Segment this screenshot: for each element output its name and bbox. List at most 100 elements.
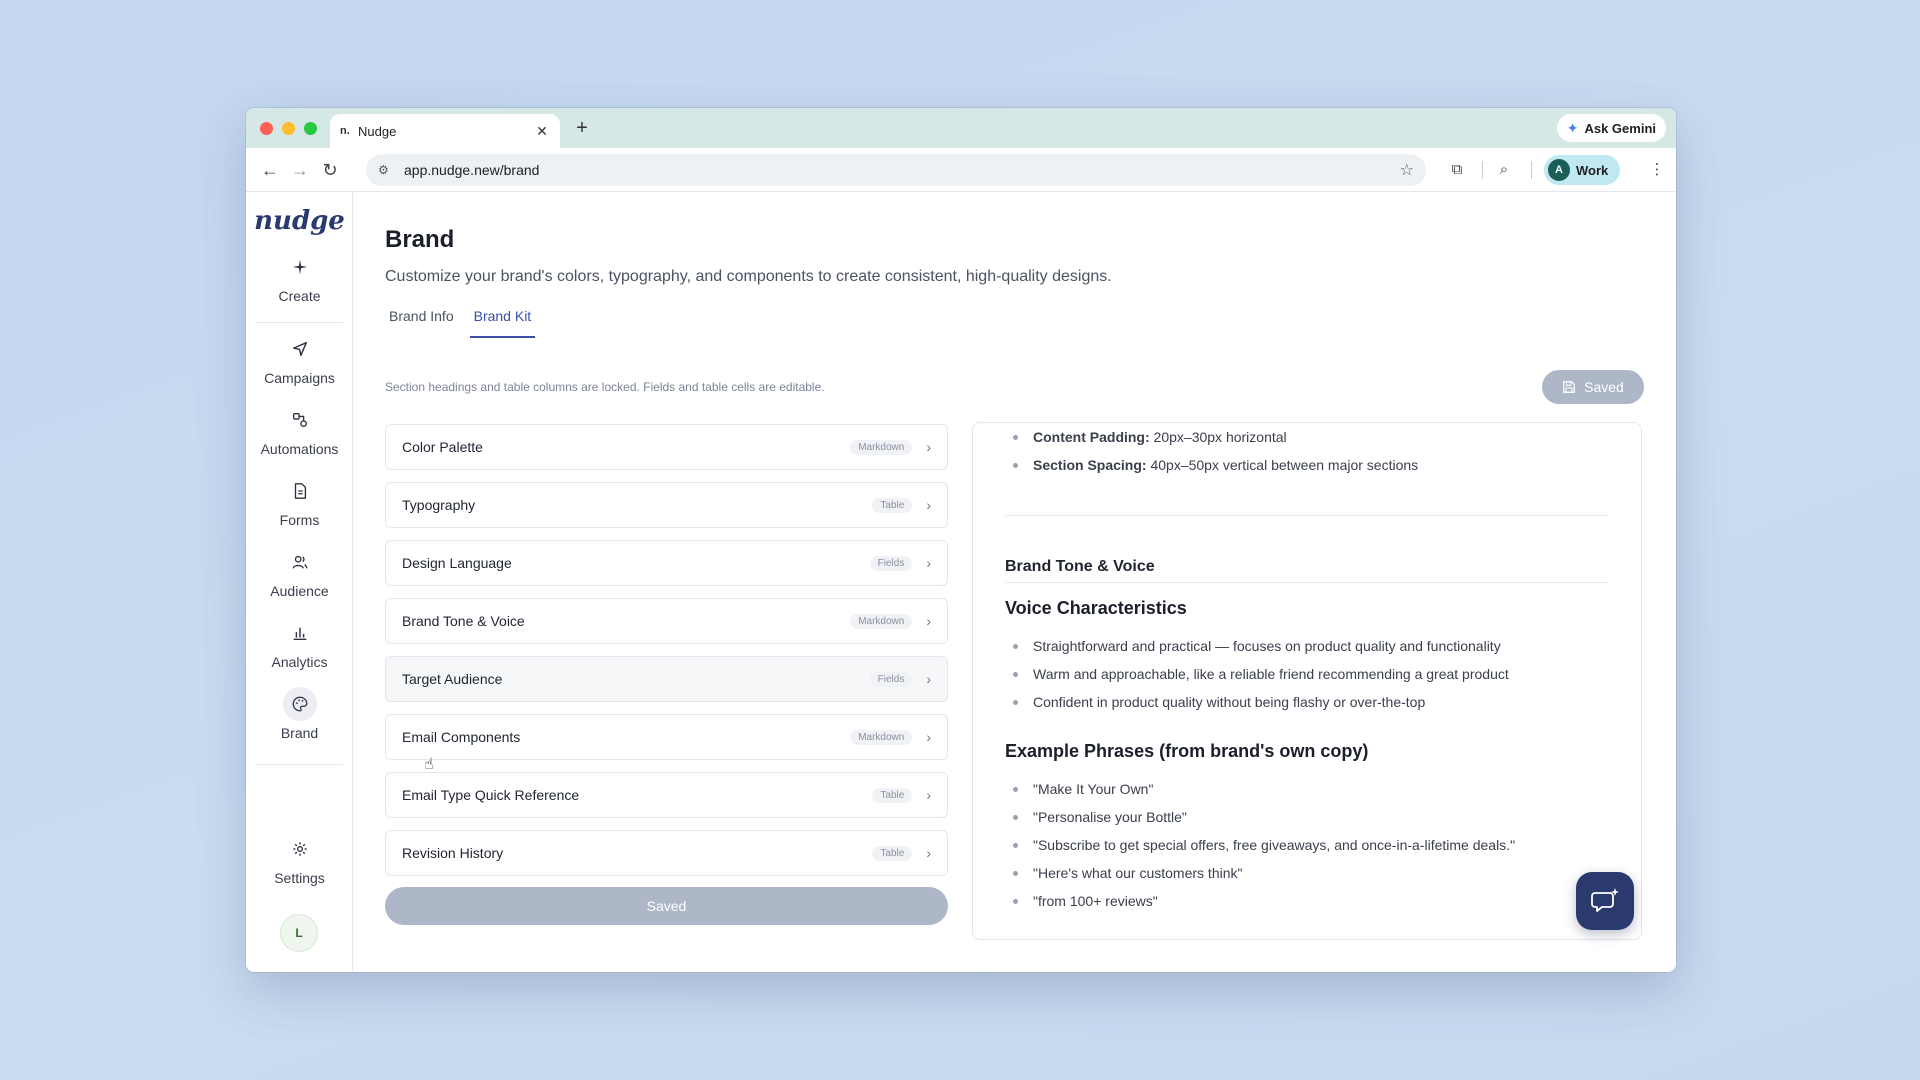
sidebar-item-label: Settings (274, 870, 325, 886)
sidebar-item-label: Create (278, 288, 321, 304)
browser-toolbar: ← → ↻ ⚙ app.nudge.new/brand ☆ ⧉ ⌕ A Work… (246, 148, 1676, 192)
users-icon (283, 545, 317, 579)
preview-section-heading: Brand Tone & Voice (1005, 558, 1155, 575)
close-window-button[interactable] (260, 122, 273, 135)
section-name: Color Palette (402, 439, 483, 455)
sidebar-item-create[interactable]: Create (246, 250, 353, 304)
section-revision-history[interactable]: Revision History Table › (385, 830, 948, 876)
sidebar-item-forms[interactable]: Forms (246, 474, 353, 528)
divider (1005, 582, 1609, 583)
save-disk-icon (1563, 381, 1576, 393)
section-typography[interactable]: Typography Table › (385, 482, 948, 528)
toolbar-divider (1531, 161, 1532, 179)
forward-arrow-icon[interactable]: → (288, 158, 312, 182)
new-tab-button[interactable]: + (570, 116, 594, 140)
browser-tab[interactable]: n. Nudge ✕ (330, 114, 560, 148)
sidebar-item-label: Analytics (271, 654, 328, 670)
page-subtitle: Customize your brand's colors, typograph… (385, 268, 1112, 285)
chat-support-button[interactable] (1576, 872, 1634, 930)
tab-brand-info[interactable]: Brand Info (385, 308, 458, 338)
section-name: Revision History (402, 845, 504, 861)
section-type-badge: Table (872, 497, 913, 513)
section-target-audience[interactable]: Target Audience Fields › (385, 656, 948, 702)
sidebar-item-label: Campaigns (264, 370, 335, 386)
tab-search-icon[interactable]: ⌕ (1493, 159, 1515, 181)
chevron-right-icon: › (926, 729, 931, 745)
sidebar-item-automations[interactable]: Automations (246, 403, 353, 457)
list-item: "Personalise your Bottle" (1005, 803, 1515, 831)
sidebar-divider (256, 322, 343, 323)
section-type-badge: Fields (869, 671, 913, 687)
profile-avatar: A (1548, 159, 1570, 181)
nudge-logo[interactable]: nudge (246, 206, 353, 236)
chevron-right-icon: › (926, 845, 931, 861)
list-item: Section Spacing: 40px–50px vertical betw… (1005, 451, 1418, 479)
gemini-sparkle-icon: ✦ (1566, 119, 1579, 136)
tab-title: Nudge (358, 123, 397, 139)
sidebar: nudge Create Campaigns Automations Forms… (246, 192, 353, 972)
url-text[interactable]: app.nudge.new/brand (398, 162, 1400, 178)
sidebar-item-label: Automations (260, 441, 339, 457)
gear-icon (283, 832, 317, 866)
spacing-label: Content Padding: (1033, 429, 1150, 445)
phrases-heading: Example Phrases (from brand's own copy) (1005, 741, 1369, 761)
back-arrow-icon[interactable]: ← (258, 158, 282, 182)
chevron-right-icon: › (926, 613, 931, 629)
saved-button-bottom[interactable]: Saved (385, 887, 948, 925)
section-name: Target Audience (402, 671, 503, 687)
section-email-type-reference[interactable]: Email Type Quick Reference Table › (385, 772, 948, 818)
profile-label: Work (1576, 162, 1609, 178)
tab-brand-kit[interactable]: Brand Kit (469, 308, 536, 338)
sidebar-item-label: Brand (280, 725, 319, 741)
list-item: "Subscribe to get special offers, free g… (1005, 831, 1515, 859)
sidebar-item-campaigns[interactable]: Campaigns (246, 332, 353, 386)
maximize-window-button[interactable] (304, 122, 317, 135)
section-name: Design Language (402, 555, 512, 571)
ask-gemini-button[interactable]: ✦ Ask Gemini (1556, 114, 1666, 142)
main-content: Brand Customize your brand's colors, typ… (353, 192, 1676, 972)
list-item: "from 100+ reviews" (1005, 887, 1515, 915)
spacing-value: 40px–50px vertical between major section… (1146, 457, 1419, 473)
address-bar[interactable]: ⚙ app.nudge.new/brand ☆ (366, 154, 1426, 186)
extensions-puzzle-icon[interactable]: ⧉ (1446, 159, 1468, 181)
sidebar-item-analytics[interactable]: Analytics (246, 616, 353, 670)
chevron-right-icon: › (926, 439, 931, 455)
phrases-list: "Make It Your Own" "Personalise your Bot… (1005, 775, 1515, 915)
list-item: Straightforward and practical — focuses … (1005, 632, 1509, 660)
section-name: Typography (402, 497, 476, 513)
sidebar-item-label: Audience (270, 583, 329, 599)
reload-icon[interactable]: ↻ (318, 158, 342, 182)
document-icon (283, 474, 317, 508)
voice-heading: Voice Characteristics (1005, 598, 1187, 618)
section-email-components[interactable]: Email Components Markdown › (385, 714, 948, 760)
user-avatar[interactable]: L (280, 914, 318, 952)
browser-menu-icon[interactable]: ⋮ (1646, 159, 1668, 181)
chat-sparkle-icon (1591, 888, 1619, 912)
section-type-badge: Markdown (850, 729, 913, 745)
sidebar-item-brand[interactable]: Brand (246, 687, 353, 741)
section-type-badge: Markdown (850, 613, 913, 629)
section-brand-tone-voice[interactable]: Brand Tone & Voice Markdown › (385, 598, 948, 644)
mouse-cursor-icon: ☝ (424, 756, 434, 773)
bar-chart-icon (283, 616, 317, 650)
site-settings-icon[interactable]: ⚙ (378, 163, 398, 177)
sidebar-item-audience[interactable]: Audience (246, 545, 353, 599)
chevron-right-icon: › (926, 787, 931, 803)
spacing-list: Content Padding: 20px–30px horizontal Se… (1005, 423, 1418, 479)
saved-button-top[interactable]: Saved (1542, 370, 1644, 404)
list-item: "Make It Your Own" (1005, 775, 1515, 803)
minimize-window-button[interactable] (282, 122, 295, 135)
section-preview-panel[interactable]: Content Padding: 20px–30px horizontal Se… (972, 422, 1642, 940)
list-item: "Here's what our customers think" (1005, 859, 1515, 887)
ask-gemini-label: Ask Gemini (1584, 120, 1656, 136)
chevron-right-icon: › (926, 671, 931, 687)
page-tabs: Brand Info Brand Kit (385, 308, 547, 338)
tab-strip: n. Nudge ✕ + ✦ Ask Gemini (246, 108, 1676, 148)
profile-button[interactable]: A Work (1544, 155, 1621, 185)
bookmark-star-icon[interactable]: ☆ (1400, 160, 1414, 180)
sidebar-item-settings[interactable]: Settings (246, 832, 353, 886)
section-design-language[interactable]: Design Language Fields › (385, 540, 948, 586)
section-color-palette[interactable]: Color Palette Markdown › (385, 424, 948, 470)
tab-close-icon[interactable]: ✕ (534, 123, 550, 140)
tab-favicon-icon: n. (340, 125, 350, 137)
